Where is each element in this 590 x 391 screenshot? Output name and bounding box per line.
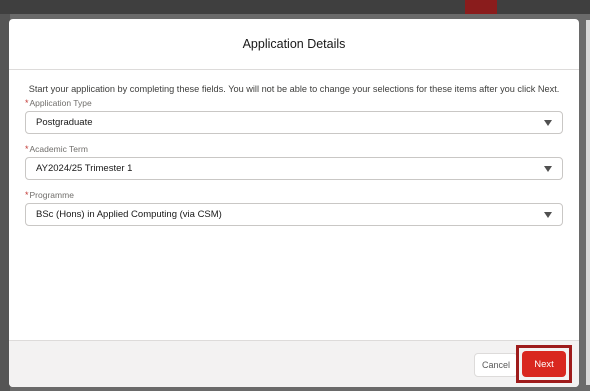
modal-body: Start your application by completing the…: [9, 70, 579, 226]
required-indicator: *: [25, 144, 29, 154]
programme-select[interactable]: BSc (Hons) in Applied Computing (via CSM…: [25, 203, 563, 226]
required-indicator: *: [25, 190, 29, 200]
page-scrollbar[interactable]: [586, 20, 590, 385]
academic-term-label: Academic Term: [29, 144, 88, 154]
chevron-down-icon[interactable]: [544, 212, 552, 218]
programme-label-row: * Programme: [25, 190, 563, 200]
application-type-value: Postgraduate: [36, 117, 93, 128]
background-brand-block: [465, 0, 497, 14]
application-details-modal: Application Details Start your applicati…: [9, 19, 579, 387]
instruction-text: Start your application by completing the…: [28, 84, 560, 94]
required-indicator: *: [25, 98, 29, 108]
programme-value: BSc (Hons) in Applied Computing (via CSM…: [36, 209, 222, 220]
application-type-label: Application Type: [29, 98, 92, 108]
programme-field: * Programme BSc (Hons) in Applied Comput…: [25, 190, 563, 226]
application-type-field: * Application Type Postgraduate: [25, 98, 563, 134]
modal-title: Application Details: [242, 37, 346, 51]
academic-term-value: AY2024/25 Trimester 1: [36, 163, 133, 174]
next-button[interactable]: Next: [522, 351, 566, 377]
background-header-bar: [0, 0, 590, 14]
cancel-button[interactable]: Cancel: [474, 353, 518, 377]
application-type-select[interactable]: Postgraduate: [25, 111, 563, 134]
programme-label: Programme: [29, 190, 74, 200]
application-type-label-row: * Application Type: [25, 98, 563, 108]
chevron-down-icon[interactable]: [544, 166, 552, 172]
modal-header: Application Details: [9, 19, 579, 70]
chevron-down-icon[interactable]: [544, 120, 552, 126]
modal-footer: Cancel Next: [9, 340, 579, 387]
academic-term-label-row: * Academic Term: [25, 144, 563, 154]
academic-term-field: * Academic Term AY2024/25 Trimester 1: [25, 144, 563, 180]
academic-term-select[interactable]: AY2024/25 Trimester 1: [25, 157, 563, 180]
